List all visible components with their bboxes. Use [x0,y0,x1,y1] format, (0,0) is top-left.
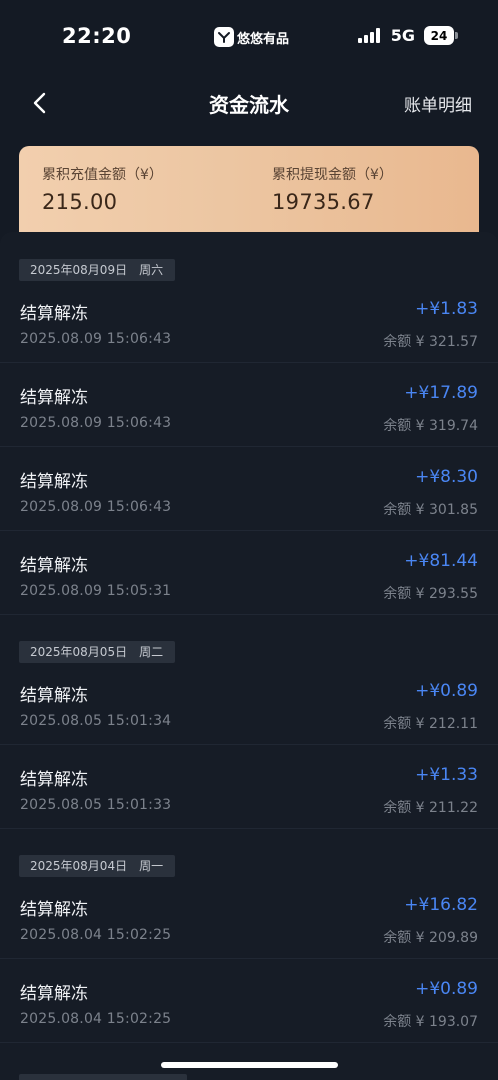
list-item[interactable]: 结算解冻 2025.08.04 15:02:25 +¥16.82 余额 ¥ 20… [0,875,498,959]
date-section: 2025年08月05日 周二 结算解冻 2025.08.05 15:01:34 +… [0,615,498,829]
transaction-amount: +¥81.44 [404,551,478,571]
page: 22:20 悠悠有品 5G 24 资金流水 账单明细 累积充值金额（¥） 215… [0,0,498,1080]
date-section: 2025年08月04日 周一 结算解冻 2025.08.04 15:02:25 +… [0,829,498,1043]
battery-icon: 24 [424,26,458,45]
transaction-balance: 余额 ¥ 293.55 [383,586,478,602]
date-label: 2025年08月05日 [30,645,128,659]
withdraw-label: 累积提现金额（¥） [272,167,393,183]
status-app: 悠悠有品 [214,27,289,47]
home-indicator[interactable] [161,1062,338,1068]
weekday-label: 周六 [139,263,164,277]
status-bar: 22:20 悠悠有品 5G 24 [0,0,498,74]
transaction-title: 结算解冻 [20,686,88,706]
transaction-title: 结算解冻 [20,556,88,576]
transaction-time: 2025.08.05 15:01:34 [20,713,172,729]
transaction-time: 2025.08.04 15:02:25 [20,927,172,943]
date-header: 2025年08月04日 周一 [19,855,176,877]
transaction-title: 结算解冻 [20,304,88,324]
app-logo-icon [214,27,234,47]
transaction-title: 结算解冻 [20,900,88,920]
list-item[interactable]: 结算解冻 2025.08.05 15:01:33 +¥1.33 余额 ¥ 211… [0,745,498,829]
signal-icon [357,28,382,43]
list-item[interactable]: 结算解冻 2025.08.09 15:06:43 +¥1.83 余额 ¥ 321… [0,279,498,363]
list-item[interactable]: 结算解冻 2025.08.05 15:01:34 +¥0.89 余额 ¥ 212… [0,661,498,745]
transaction-time: 2025.08.09 15:05:31 [20,583,172,599]
date-label: 2025年08月04日 [30,859,128,873]
withdraw-summary: 累积提现金额（¥） 19735.67 [272,164,393,214]
transaction-title: 结算解冻 [20,388,88,408]
transaction-amount: +¥17.89 [404,383,478,403]
transaction-title: 结算解冻 [20,770,88,790]
transaction-balance: 余额 ¥ 301.85 [383,502,478,518]
transaction-amount: +¥8.30 [415,467,478,487]
recharge-value: 215.00 [42,190,118,214]
recharge-summary: 累积充值金额（¥） 215.00 [42,164,163,214]
transaction-amount: +¥16.82 [404,895,478,915]
status-app-name: 悠悠有品 [237,31,290,47]
withdraw-value: 19735.67 [272,190,375,214]
network-label: 5G [390,26,415,45]
list-item[interactable]: 结算解冻 2025.08.09 15:05:31 +¥81.44 余额 ¥ 29… [0,531,498,615]
weekday-label: 周一 [139,859,164,873]
transaction-amount: +¥0.89 [415,979,478,999]
transaction-time: 2025.08.09 15:06:43 [20,331,172,347]
transaction-balance: 余额 ¥ 319.74 [383,418,478,434]
status-time: 22:20 [62,24,132,48]
transaction-time: 2025.08.05 15:01:33 [20,797,172,813]
transaction-title: 结算解冻 [20,472,88,492]
recharge-label: 累积充值金额（¥） [42,167,163,183]
transaction-balance: 余额 ¥ 193.07 [383,1014,478,1030]
transaction-balance: 余额 ¥ 209.89 [383,930,478,946]
transaction-amount: +¥1.33 [415,765,478,785]
list-item[interactable]: 结算解冻 2025.08.04 15:02:25 +¥0.89 余额 ¥ 193… [0,959,498,1043]
transaction-amount: +¥1.83 [415,299,478,319]
battery-level: 24 [424,26,454,45]
next-date-header [19,1074,187,1080]
transaction-time: 2025.08.09 15:06:43 [20,499,172,515]
list-item[interactable]: 结算解冻 2025.08.09 15:06:43 +¥8.30 余额 ¥ 301… [0,447,498,531]
transaction-balance: 余额 ¥ 212.11 [383,716,478,732]
date-header: 2025年08月09日 周六 [19,259,176,281]
list-item[interactable]: 结算解冻 2025.08.09 15:06:43 +¥17.89 余额 ¥ 31… [0,363,498,447]
bill-details-button[interactable]: 账单明细 [404,91,472,116]
transaction-balance: 余额 ¥ 211.22 [383,800,478,816]
transaction-time: 2025.08.04 15:02:25 [20,1011,172,1027]
date-label: 2025年08月09日 [30,263,128,277]
transaction-time: 2025.08.09 15:06:43 [20,415,172,431]
nav-bar: 资金流水 账单明细 [0,74,498,132]
date-header: 2025年08月05日 周二 [19,641,176,663]
transaction-amount: +¥0.89 [415,681,478,701]
weekday-label: 周二 [139,645,164,659]
transaction-title: 结算解冻 [20,984,88,1004]
date-section: 2025年08月09日 周六 结算解冻 2025.08.09 15:06:43 +… [0,232,498,615]
transaction-list[interactable]: 2025年08月09日 周六 结算解冻 2025.08.09 15:06:43 +… [0,232,498,1080]
status-indicators: 5G 24 [357,26,458,45]
transaction-balance: 余额 ¥ 321.57 [383,334,478,350]
